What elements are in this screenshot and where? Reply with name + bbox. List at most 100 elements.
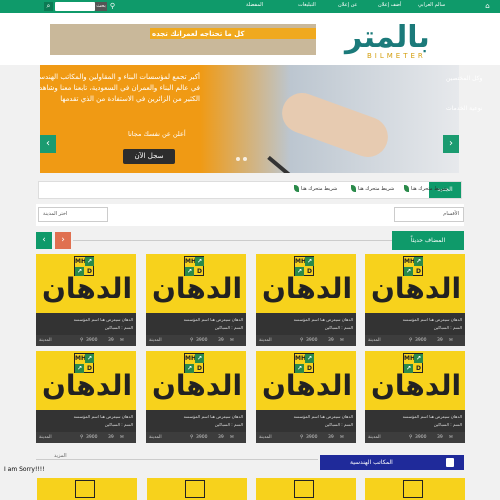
banner-ad[interactable]: كل ما تحتاجه لعمرانك تجده xyxy=(50,24,316,55)
next-arrow-icon[interactable]: › xyxy=(55,232,71,249)
listing-city[interactable]: المدينة xyxy=(149,338,162,343)
listing-image[interactable]: MH ↗ ↗ D الدهان xyxy=(36,351,136,410)
listing-line1[interactable]: الدهان سيعرض هنا اسم المؤسسة xyxy=(74,317,133,322)
search-button[interactable]: بحث xyxy=(95,2,107,11)
site-logo[interactable]: بالمتر BILMETER xyxy=(345,20,465,60)
listing-card[interactable]: MH ↗ ↗ D الدهان الدهان سيعرض هنا اسم المؤسسة ا… xyxy=(36,254,136,346)
listing-line1[interactable]: الدهان سيعرض هنا اسم المؤسسة xyxy=(294,414,353,419)
page: ⌕ بحث ⚲ المفضلة التبليغات عن إعلان أضف إ… xyxy=(0,0,500,500)
more-link[interactable]: المزيد xyxy=(54,453,67,459)
mhd-letters: MH xyxy=(75,258,86,265)
listing-meta: المدينة 3900 ⚲ 39 ✉ xyxy=(365,432,465,443)
leaf-icon xyxy=(404,185,409,192)
search-icon[interactable]: ⌕ xyxy=(44,2,53,11)
listing-line2: السم : السباكين xyxy=(214,325,243,330)
listing-likes: 39 xyxy=(437,435,443,440)
listing-city[interactable]: المدينة xyxy=(259,435,272,440)
location-icon: ⚲ xyxy=(409,338,413,343)
comment-icon: ✉ xyxy=(120,435,124,440)
listing-city[interactable]: المدينة xyxy=(149,435,162,440)
listing-image[interactable]: MH ↗ ↗ D الدهان xyxy=(36,254,136,313)
recent-section-header: ‹ › المضاف حديثاً xyxy=(36,231,464,250)
ticker-item[interactable]: شريط متحرك هنا xyxy=(411,186,447,192)
listing-city[interactable]: المدينة xyxy=(368,338,381,343)
listing-line1[interactable]: الدهان سيعرض هنا اسم المؤسسة xyxy=(184,414,243,419)
listing-image[interactable]: MH ↗ ↗ D الدهان xyxy=(146,254,246,313)
listing-meta: المدينة 3900 ⚲ 39 ✉ xyxy=(36,335,136,346)
mhd-logo-icon xyxy=(75,480,95,498)
register-now-button[interactable]: سجل الآن xyxy=(123,149,175,164)
listing-line1[interactable]: الدهان سيعرض هنا اسم المؤسسة xyxy=(403,317,462,322)
slider-side-text-2: نوعية الخدمات xyxy=(446,105,483,112)
listing-line2: السم : السباكين xyxy=(214,422,243,427)
listing-city[interactable]: المدينة xyxy=(39,338,52,343)
listing-line2: السم : السباكين xyxy=(324,422,353,427)
listing-card[interactable]: MH ↗ ↗ D الدهان الدهان سيعرض هنا اسم المؤسسة ا… xyxy=(146,351,246,443)
listing-title: الدهان xyxy=(262,272,353,305)
listing-line1[interactable]: الدهان سيعرض هنا اسم المؤسسة xyxy=(403,414,462,419)
listing-views: 3900 xyxy=(306,338,318,343)
listing-image[interactable]: MH ↗ ↗ D الدهان xyxy=(365,351,465,410)
mhd-letters: MH xyxy=(404,355,415,362)
listing-card[interactable]: MH ↗ ↗ D الدهان الدهان سيعرض هنا اسم المؤسسة ا… xyxy=(365,351,465,443)
listing-card[interactable]: MH ↗ ↗ D الدهان الدهان سيعرض هنا اسم المؤسسة ا… xyxy=(256,254,356,346)
city-select[interactable]: اختر المدينة xyxy=(38,207,108,222)
listing-info: الدهان سيعرض هنا اسم المؤسسة السم : السبا… xyxy=(36,313,136,346)
mhd-letters: MH xyxy=(185,355,196,362)
thumb-card[interactable] xyxy=(256,478,356,500)
listing-views: 3900 xyxy=(306,435,318,440)
slider-dot[interactable] xyxy=(236,157,240,161)
slider-dot[interactable] xyxy=(243,157,247,161)
listing-image[interactable]: MH ↗ ↗ D الدهان xyxy=(365,254,465,313)
nav-add-ad[interactable]: أضف إعلان xyxy=(378,2,401,8)
listing-card[interactable]: MH ↗ ↗ D الدهان الدهان سيعرض هنا اسم المؤسسة ا… xyxy=(365,254,465,346)
nav-favorites[interactable]: المفضلة xyxy=(246,2,263,8)
thumb-card[interactable] xyxy=(365,478,465,500)
listing-city[interactable]: المدينة xyxy=(259,338,272,343)
mhd-logo-icon xyxy=(185,480,205,498)
comment-icon: ✉ xyxy=(340,435,344,440)
section-select[interactable]: الأقسام xyxy=(394,207,464,222)
listing-card[interactable]: MH ↗ ↗ D الدهان الدهان سيعرض هنا اسم المؤسسة ا… xyxy=(146,254,246,346)
listing-info: الدهان سيعرض هنا اسم المؤسسة السم : السبا… xyxy=(146,313,246,346)
thumb-card[interactable] xyxy=(147,478,247,500)
thumb-card[interactable] xyxy=(37,478,137,500)
arrow-icon: ↗ xyxy=(305,354,314,363)
listing-line1[interactable]: الدهان سيعرض هنا اسم المؤسسة xyxy=(294,317,353,322)
ticker-item[interactable]: شريط متحرك هنا xyxy=(358,186,394,192)
listing-image[interactable]: MH ↗ ↗ D الدهان xyxy=(256,254,356,313)
hero-slider: أكبر تجمع لمؤسسات البناء و المقاولين وال… xyxy=(40,65,459,173)
listing-city[interactable]: المدينة xyxy=(39,435,52,440)
nav-about-ad[interactable]: عن إعلان xyxy=(338,2,357,8)
leaf-icon xyxy=(294,185,299,192)
search-input[interactable] xyxy=(55,2,95,11)
listing-title: الدهان xyxy=(371,369,462,402)
listing-meta: المدينة 3900 ⚲ 39 ✉ xyxy=(36,432,136,443)
user-icon: ⚲ xyxy=(109,2,116,10)
listing-likes: 39 xyxy=(218,338,224,343)
listing-views: 3900 xyxy=(196,338,208,343)
listing-image[interactable]: MH ↗ ↗ D الدهان xyxy=(146,351,246,410)
listing-line1[interactable]: الدهان سيعرض هنا اسم المؤسسة xyxy=(184,317,243,322)
engineering-section-header: المكاتب الهندسية xyxy=(320,455,464,470)
listing-line1[interactable]: الدهان سيعرض هنا اسم المؤسسة xyxy=(74,414,133,419)
comment-icon: ✉ xyxy=(120,338,124,343)
slider-prev-arrow-icon[interactable]: ‹ xyxy=(40,135,56,153)
nav-user[interactable]: سالم العرابي xyxy=(418,2,445,8)
prev-arrow-icon[interactable]: ‹ xyxy=(36,232,52,249)
listing-city[interactable]: المدينة xyxy=(368,435,381,440)
hero-text: أكبر تجمع لمؤسسات البناء و المقاولين وال… xyxy=(40,73,200,103)
listing-card[interactable]: MH ↗ ↗ D الدهان الدهان سيعرض هنا اسم المؤسسة ا… xyxy=(36,351,136,443)
listing-likes: 39 xyxy=(108,435,114,440)
engineering-section-title: المكاتب الهندسية xyxy=(320,455,464,470)
logo-main-text: بالمتر xyxy=(345,20,431,55)
error-text: I am Sorry!!!! xyxy=(4,466,45,473)
listing-image[interactable]: MH ↗ ↗ D الدهان xyxy=(256,351,356,410)
slider-next-arrow-icon[interactable]: › xyxy=(443,135,459,153)
ticker-item[interactable]: شريط متحرك هنا xyxy=(301,186,337,192)
arrow-icon: ↗ xyxy=(195,257,204,266)
nav-reports[interactable]: التبليغات xyxy=(298,2,316,8)
listing-card[interactable]: MH ↗ ↗ D الدهان الدهان سيعرض هنا اسم المؤسسة ا… xyxy=(256,351,356,443)
home-icon[interactable]: ⌂ xyxy=(483,2,492,11)
listing-views: 3900 xyxy=(196,435,208,440)
